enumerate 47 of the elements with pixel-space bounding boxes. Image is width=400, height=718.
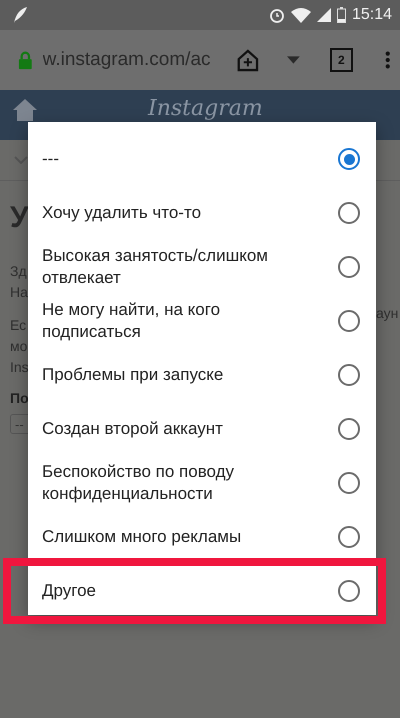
- tab-count-button[interactable]: 2: [330, 48, 353, 72]
- page-heading: У: [10, 201, 30, 236]
- wifi-icon: [290, 7, 311, 23]
- radio-button[interactable]: [338, 310, 360, 332]
- option-label: Другое: [42, 580, 98, 602]
- radio-button[interactable]: [338, 256, 360, 278]
- option-item[interactable]: Не могу найти, на кого подписаться: [28, 294, 376, 348]
- feather-icon: [12, 6, 28, 24]
- page-text: аун: [376, 305, 398, 321]
- option-item[interactable]: ---: [28, 132, 376, 186]
- signal-icon: [316, 8, 331, 22]
- status-time: 15:14: [352, 6, 392, 24]
- radio-button[interactable]: [338, 364, 360, 386]
- option-item[interactable]: Хочу удалить что-то: [28, 186, 376, 240]
- radio-button[interactable]: [338, 202, 360, 224]
- option-label: ---: [42, 148, 60, 170]
- radio-button[interactable]: [338, 580, 360, 602]
- radio-button[interactable]: [338, 418, 360, 440]
- home-icon[interactable]: [12, 98, 38, 122]
- option-label: Слишком много рекламы: [42, 526, 242, 548]
- option-item[interactable]: Высокая занятость/слишком отвлекает: [28, 240, 376, 294]
- page-text: Зд: [10, 262, 28, 281]
- option-item[interactable]: Беспокойство по поводу конфиденциальности: [28, 456, 376, 510]
- page-text: Ins: [10, 358, 30, 377]
- option-label: Создан второй аккаунт: [42, 418, 224, 440]
- option-item[interactable]: Проблемы при запуске: [28, 348, 376, 402]
- option-label: Проблемы при запуске: [42, 364, 224, 386]
- option-label: Беспокойство по поводу конфиденциальности: [42, 461, 236, 505]
- option-item[interactable]: Другое: [28, 564, 376, 618]
- site-logo: Instagram: [148, 96, 263, 120]
- radio-button[interactable]: [338, 148, 360, 170]
- battery-icon: [336, 7, 346, 23]
- radio-button[interactable]: [338, 472, 360, 494]
- menu-icon[interactable]: [384, 50, 390, 70]
- alarm-icon: [268, 7, 285, 23]
- option-label: Не могу найти, на кого подписаться: [42, 299, 222, 343]
- page-text: мо: [10, 337, 28, 356]
- option-label: Высокая занятость/слишком отвлекает: [42, 245, 269, 289]
- option-item[interactable]: Слишком много рекламы: [28, 510, 376, 564]
- page-text: На: [10, 283, 29, 302]
- option-label: Хочу удалить что-то: [42, 202, 202, 224]
- field-label: По: [10, 390, 30, 406]
- dropdown-icon[interactable]: [287, 56, 300, 64]
- page-text: Ес: [10, 316, 28, 335]
- lock-icon: [18, 50, 33, 70]
- add-home-icon[interactable]: [236, 47, 260, 73]
- radio-button[interactable]: [338, 526, 360, 548]
